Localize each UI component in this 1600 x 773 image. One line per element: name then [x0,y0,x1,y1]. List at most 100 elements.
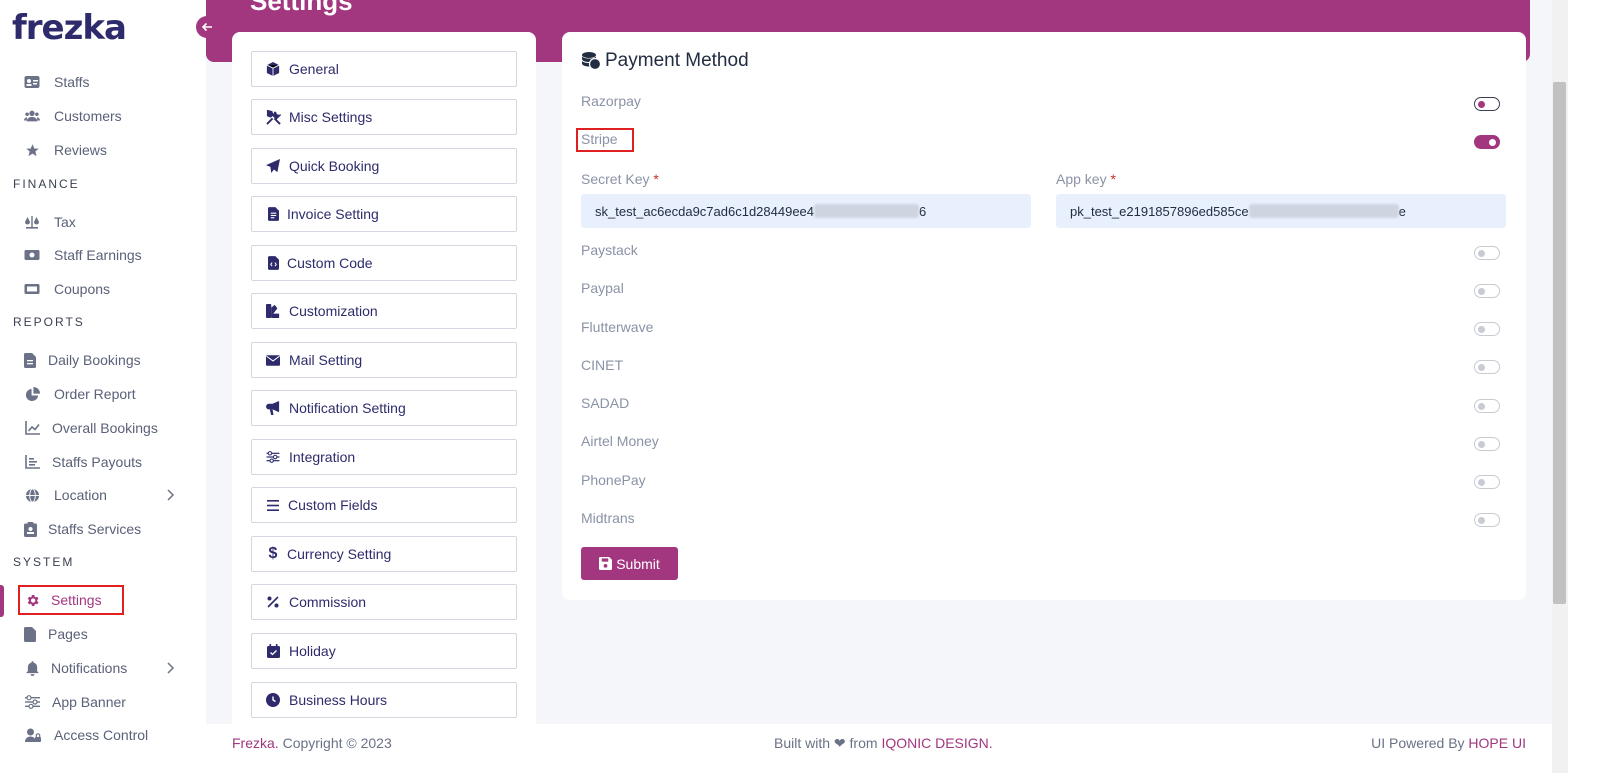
scrollbar-thumb[interactable] [1553,82,1566,604]
razorpay-toggle[interactable] [1474,97,1500,111]
settings-menu-label: Quick Booking [289,158,380,174]
submit-button[interactable]: Submit [581,547,678,580]
toggle-knob [1478,363,1485,371]
settings-menu-commission[interactable]: Commission [251,584,517,620]
settings-menu-label: Notification Setting [289,400,406,416]
app-key-label: App key * [1056,171,1116,187]
sidebar-item-staffs-payouts[interactable]: Staffs Payouts [0,447,206,477]
toggle-knob [1489,138,1496,146]
save-icon [599,557,613,570]
toggle-knob [1478,516,1485,524]
sidebar-item-notifications[interactable]: Notifications [0,653,206,683]
settings-menu-currency-setting[interactable]: $ Currency Setting [251,536,517,572]
sliders-icon [265,449,281,465]
settings-menu-invoice-setting[interactable]: Invoice Setting [251,196,517,232]
envelope-icon [265,352,281,368]
sidebar-item-label: Notifications [51,660,128,676]
sidebar-item-daily-bookings[interactable]: Daily Bookings [0,345,206,375]
settings-menu-label: Customization [289,303,378,319]
settings-menu-general[interactable]: General [251,51,517,87]
bell-icon [24,660,40,676]
megaphone-icon [265,400,281,416]
method-cinet-label: CINET [581,357,623,373]
sidebar-item-order-report[interactable]: Order Report [0,379,206,409]
paystack-toggle[interactable] [1474,246,1500,260]
paypal-toggle[interactable] [1474,284,1500,298]
settings-menu-label: Custom Fields [288,497,378,513]
sidebar-item-staff-earnings[interactable]: Staff Earnings [0,240,206,270]
sidebar-item-staffs-services[interactable]: Staffs Services [0,514,206,544]
sidebar-item-coupons[interactable]: Coupons [0,274,206,304]
footer-company-link[interactable]: IQONIC DESIGN. [881,735,992,751]
settings-menu-custom-fields[interactable]: Custom Fields [251,487,517,523]
cinet-toggle[interactable] [1474,360,1500,374]
sidebar-item-pages[interactable]: Pages [0,619,206,649]
secret-key-input[interactable]: sk_test_ac6ecda9c7ad6c1d28449ee4 6 [581,194,1031,228]
nav-heading-finance: FINANCE [13,177,80,191]
settings-menu-label: Commission [289,594,367,610]
money-icon [24,247,40,263]
sidebar-item-label: App Banner [52,694,126,710]
list-icon [265,497,281,513]
highlight-box [576,128,634,152]
method-sadad-label: SADAD [581,395,630,411]
coins-icon [581,51,601,71]
sidebar-item-label: Staffs [54,74,90,90]
settings-menu-notification-setting[interactable]: Notification Setting [251,390,517,426]
toggle-knob [1478,325,1485,333]
toggle-knob [1478,100,1485,108]
sidebar-item-overall-bookings[interactable]: Overall Bookings [0,413,206,443]
highlight-box [18,585,124,615]
settings-menu-label: General [289,61,339,77]
sadad-toggle[interactable] [1474,399,1500,413]
sidebar-item-tax[interactable]: Tax [0,207,206,237]
globe-icon [24,487,40,503]
sidebar-item-app-banner[interactable]: App Banner [0,687,206,717]
chevron-right-icon[interactable] [162,660,178,676]
app-logo[interactable]: frezka [12,8,127,48]
sidebar-item-label: Staff Earnings [54,247,142,263]
app-key-input[interactable]: pk_test_e2191857896ed585ce e [1056,194,1506,228]
toggle-knob [1478,440,1485,448]
stripe-toggle[interactable] [1474,135,1500,149]
payment-method-card: Payment Method Razorpay Stripe Secret Ke… [562,32,1526,600]
sidebar-item-access-control[interactable]: Access Control [0,720,206,750]
sidebar: frezka Staffs Customers Reviews FINANCE … [0,0,206,773]
settings-menu-custom-code[interactable]: Custom Code [251,245,517,281]
sidebar-item-label: Daily Bookings [48,352,141,368]
settings-menu-holiday[interactable]: Holiday [251,633,517,669]
settings-menu-mail-setting[interactable]: Mail Setting [251,342,517,378]
tools-icon [265,109,281,125]
settings-menu-business-hours[interactable]: Business Hours [251,682,517,718]
sidebar-item-reviews[interactable]: Reviews [0,135,206,165]
footer-brand-link[interactable]: Frezka. [232,735,279,751]
footer-powered-by: UI Powered By HOPE UI [1371,735,1526,751]
phonepay-toggle[interactable] [1474,475,1500,489]
required-mark: * [1110,171,1116,187]
settings-menu-misc-settings[interactable]: Misc Settings [251,99,517,135]
sidebar-item-customers[interactable]: Customers [0,101,206,131]
settings-menu-customization[interactable]: Customization [251,293,517,329]
required-mark: * [653,171,659,187]
heart-icon: ❤ [833,735,846,751]
airtel-money-toggle[interactable] [1474,437,1500,451]
id-card-icon [24,74,40,90]
percent-icon [265,594,281,610]
footer-hope-ui-link[interactable]: HOPE UI [1468,735,1526,751]
payment-title: Payment Method [581,50,749,72]
scale-icon [24,214,40,230]
calendar-check-icon [265,643,281,659]
midtrans-toggle[interactable] [1474,513,1500,527]
settings-menu-integration[interactable]: Integration [251,439,517,475]
chevron-right-icon[interactable] [162,487,178,503]
flutterwave-toggle[interactable] [1474,322,1500,336]
settings-menu-label: Misc Settings [289,109,373,125]
sidebar-collapse-button[interactable] [196,16,218,38]
pie-chart-icon [24,386,40,402]
sidebar-item-staffs[interactable]: Staffs [0,67,206,97]
file-icon [22,352,38,368]
settings-menu-quick-booking[interactable]: Quick Booking [251,148,517,184]
sidebar-item-location[interactable]: Location [0,480,206,510]
method-paypal-label: Paypal [581,280,624,296]
line-chart-icon [24,420,40,436]
